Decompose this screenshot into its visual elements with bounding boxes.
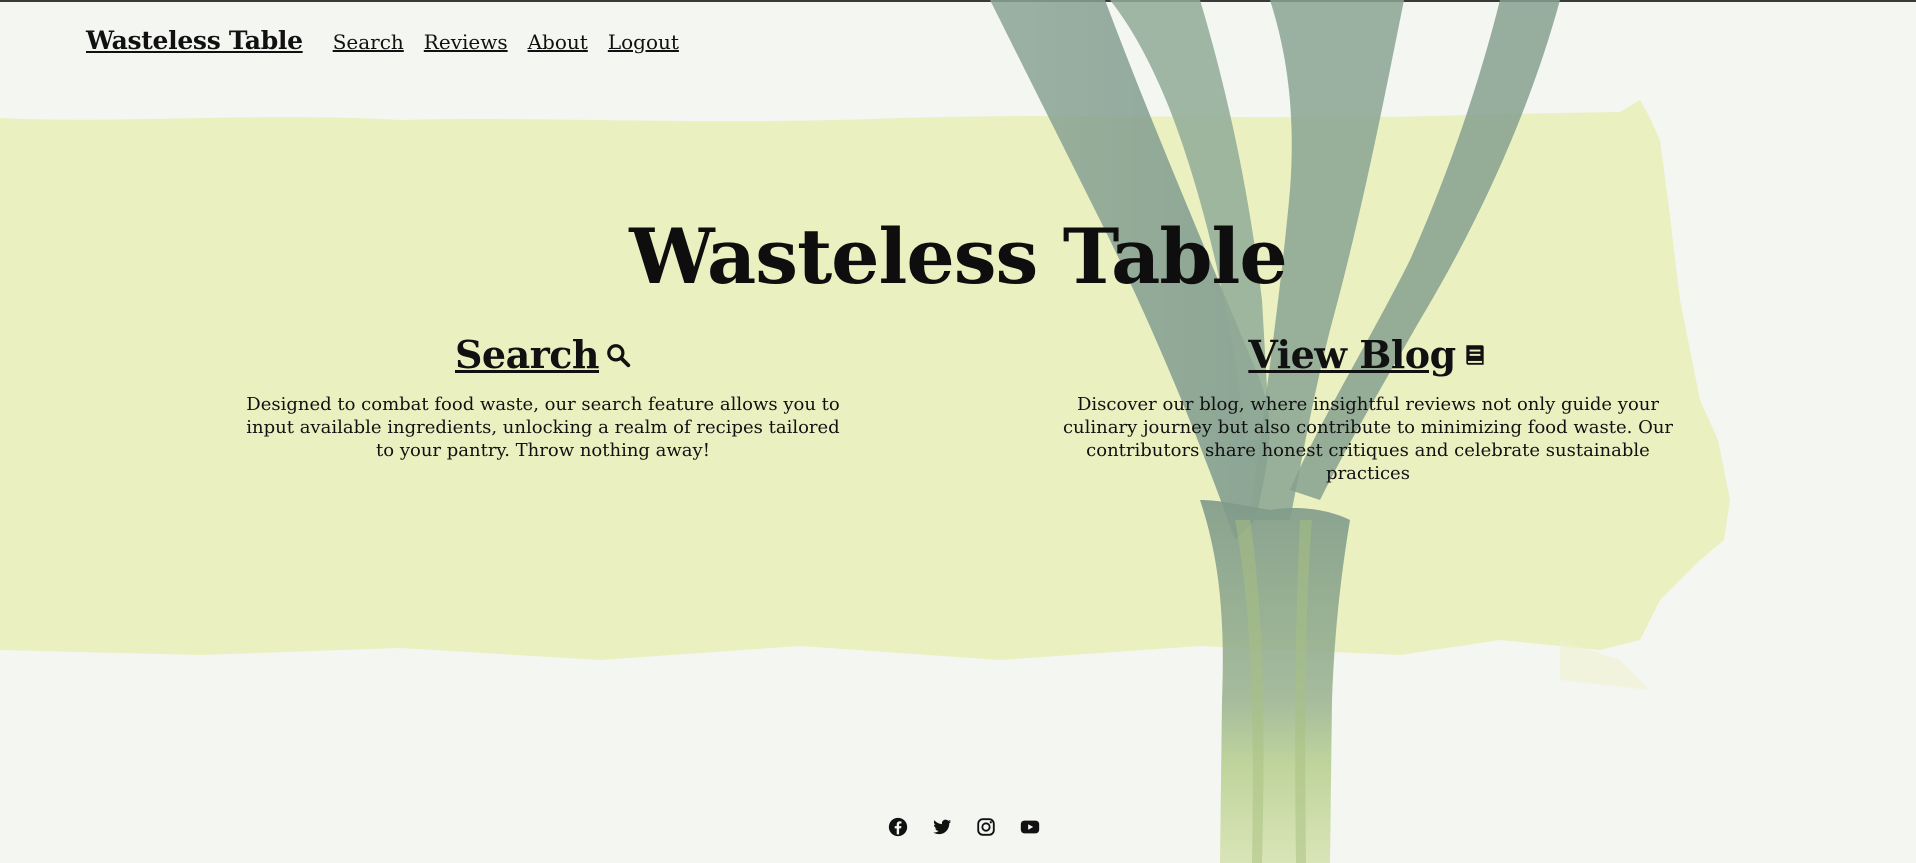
social-links [887, 816, 1041, 838]
blog-heading-label: View Blog [1248, 332, 1456, 377]
brand-link[interactable]: Wasteless Table [86, 26, 303, 55]
facebook-icon[interactable] [887, 816, 909, 838]
instagram-icon[interactable] [975, 816, 997, 838]
book-icon [1462, 332, 1488, 377]
hero-title: Wasteless Table [629, 212, 1287, 301]
search-heading-label: Search [454, 332, 600, 377]
leek-stalk [1200, 500, 1350, 863]
twitter-icon[interactable] [931, 816, 953, 838]
search-section: Search Designed to combat food waste, ou… [240, 332, 846, 462]
nav-link-logout[interactable]: Logout [608, 30, 679, 54]
nav-link-about[interactable]: About [528, 30, 588, 54]
blog-heading-link[interactable]: View Blog [1248, 332, 1487, 377]
blog-section: View Blog Discover our blog, where insig… [1060, 332, 1676, 485]
top-navbar: Wasteless Table Search Reviews About Log… [86, 26, 699, 62]
search-heading-link[interactable]: Search [455, 332, 631, 377]
search-icon [605, 332, 631, 377]
search-description: Designed to combat food waste, our searc… [246, 394, 840, 461]
youtube-icon[interactable] [1019, 816, 1041, 838]
nav-link-reviews[interactable]: Reviews [424, 30, 508, 54]
blog-description: Discover our blog, where insightful revi… [1062, 394, 1674, 484]
nav-link-search[interactable]: Search [333, 30, 404, 54]
